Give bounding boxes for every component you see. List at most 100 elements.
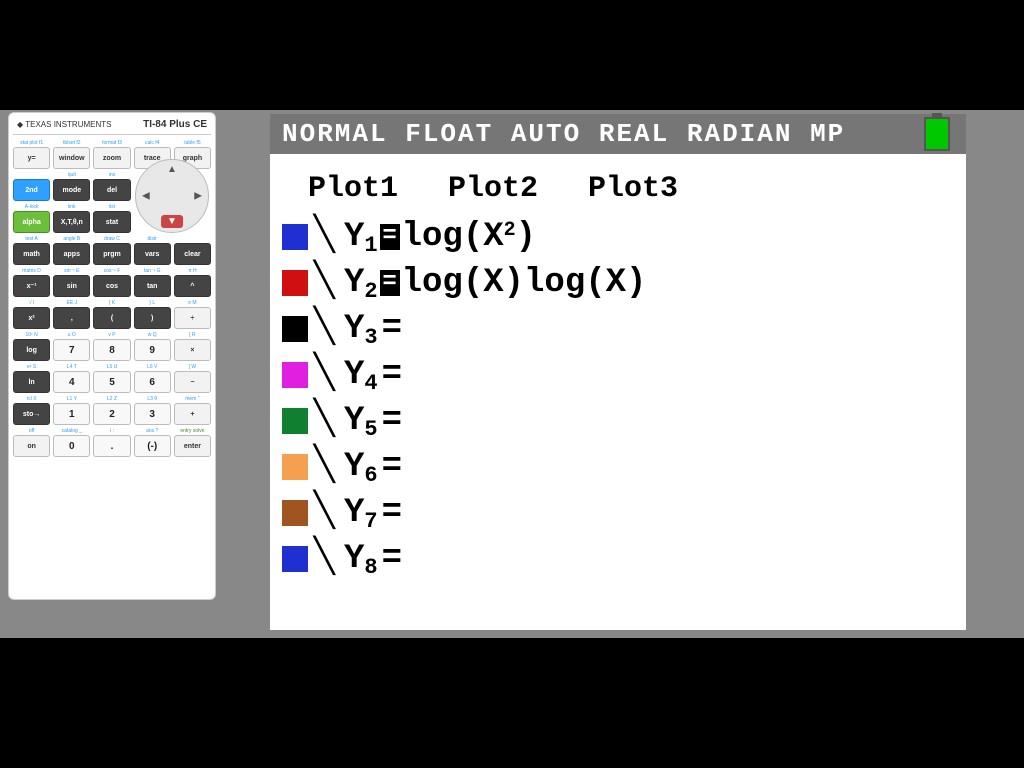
button-row-8: ln 4 5 6 − — [13, 371, 211, 393]
stat-button[interactable]: stat — [93, 211, 130, 233]
equals-icon[interactable]: = — [382, 356, 402, 394]
prgm-button[interactable]: prgm — [93, 243, 130, 265]
sec-label: catalog _ — [62, 428, 82, 434]
six-button[interactable]: 6 — [134, 371, 171, 393]
line-color-icon[interactable] — [282, 224, 308, 250]
del-button[interactable]: del — [93, 179, 130, 201]
arrow-left-button[interactable]: ◀ — [142, 191, 150, 202]
equals-icon[interactable]: = — [382, 402, 402, 440]
eight-button[interactable]: 8 — [93, 339, 130, 361]
cos-button[interactable]: cos — [93, 275, 130, 297]
equals-icon[interactable]: = — [382, 540, 402, 578]
equals-highlighted-icon[interactable]: = — [380, 270, 400, 296]
status-text: NORMAL FLOAT AUTO REAL RADIAN MP — [282, 119, 845, 149]
sec-label: ans ? — [146, 428, 158, 434]
sec-row-1: stat plot f1 tblset f2 format f3 calc f4… — [13, 139, 211, 147]
function-row-y4[interactable]: ╲Y4= — [282, 352, 966, 398]
plot2-tab[interactable]: Plot2 — [448, 172, 538, 206]
apps-button[interactable]: apps — [53, 243, 90, 265]
minus-button[interactable]: − — [174, 371, 211, 393]
enter-button[interactable]: enter — [174, 435, 211, 457]
on-button[interactable]: on — [13, 435, 50, 457]
sec-label: u O — [68, 332, 76, 338]
function-row-y7[interactable]: ╲Y7= — [282, 490, 966, 536]
two-button[interactable]: 2 — [93, 403, 130, 425]
x-squared-button[interactable]: x² — [13, 307, 50, 329]
line-color-icon[interactable] — [282, 408, 308, 434]
comma-button[interactable]: , — [53, 307, 90, 329]
window-button[interactable]: window — [53, 147, 90, 169]
line-style-icon[interactable]: ╲ — [314, 362, 344, 388]
zero-button[interactable]: 0 — [53, 435, 90, 457]
function-row-y8[interactable]: ╲Y8= — [282, 536, 966, 582]
divide-button[interactable]: ÷ — [174, 307, 211, 329]
sto-button[interactable]: sto→ — [13, 403, 50, 425]
status-bar: NORMAL FLOAT AUTO REAL RADIAN MP — [270, 114, 966, 154]
ln-button[interactable]: ln — [13, 371, 50, 393]
equals-icon[interactable]: = — [382, 310, 402, 348]
function-row-y3[interactable]: ╲Y3= — [282, 306, 966, 352]
line-style-icon[interactable]: ╲ — [314, 500, 344, 526]
equals-highlighted-icon[interactable]: = — [380, 224, 400, 250]
line-style-icon[interactable]: ╲ — [314, 454, 344, 480]
multiply-button[interactable]: × — [174, 339, 211, 361]
zoom-button[interactable]: zoom — [93, 147, 130, 169]
close-paren-button[interactable]: ) — [134, 307, 171, 329]
alpha-button[interactable]: alpha — [13, 211, 50, 233]
arrow-right-button[interactable]: ▶ — [194, 191, 202, 202]
decimal-button[interactable]: . — [93, 435, 130, 457]
sin-button[interactable]: sin — [53, 275, 90, 297]
vars-button[interactable]: vars — [134, 243, 171, 265]
function-row-y5[interactable]: ╲Y5= — [282, 398, 966, 444]
nine-button[interactable]: 9 — [134, 339, 171, 361]
sec-label: ] W — [189, 364, 197, 370]
line-color-icon[interactable] — [282, 362, 308, 388]
sec-label: cos⁻¹ F — [104, 268, 121, 274]
sec-label: rcl X — [27, 396, 37, 402]
power-button[interactable]: ^ — [174, 275, 211, 297]
sec-label: format f3 — [102, 140, 122, 146]
line-color-icon[interactable] — [282, 316, 308, 342]
function-row-y2[interactable]: ╲Y2=log(X)log(X) — [282, 260, 966, 306]
y-equals-button[interactable]: y= — [13, 147, 50, 169]
arrow-up-button[interactable]: ▲ — [167, 164, 177, 175]
second-button[interactable]: 2nd — [13, 179, 50, 201]
five-button[interactable]: 5 — [93, 371, 130, 393]
equals-icon[interactable]: = — [382, 448, 402, 486]
line-color-icon[interactable] — [282, 546, 308, 572]
line-color-icon[interactable] — [282, 500, 308, 526]
line-color-icon[interactable] — [282, 270, 308, 296]
clear-button[interactable]: clear — [174, 243, 211, 265]
line-style-icon[interactable]: ╲ — [314, 224, 344, 250]
plot1-tab[interactable]: Plot1 — [308, 172, 398, 206]
function-label: Y8 — [344, 540, 378, 578]
sec-label: L5 U — [107, 364, 118, 370]
reciprocal-button[interactable]: x⁻¹ — [13, 275, 50, 297]
function-expression[interactable]: log(X2) — [402, 218, 536, 256]
equals-icon[interactable]: = — [382, 494, 402, 532]
line-style-icon[interactable]: ╲ — [314, 546, 344, 572]
one-button[interactable]: 1 — [53, 403, 90, 425]
brand-logo: ◆ TEXAS INSTRUMENTS — [17, 120, 111, 129]
log-button[interactable]: log — [13, 339, 50, 361]
tan-button[interactable]: tan — [134, 275, 171, 297]
mode-button[interactable]: mode — [53, 179, 90, 201]
function-expression[interactable]: log(X)log(X) — [402, 264, 647, 302]
sec-label: quit — [68, 172, 76, 178]
line-color-icon[interactable] — [282, 454, 308, 480]
seven-button[interactable]: 7 — [53, 339, 90, 361]
plus-button[interactable]: + — [174, 403, 211, 425]
plot3-tab[interactable]: Plot3 — [588, 172, 678, 206]
function-row-y1[interactable]: ╲Y1=log(X2) — [282, 214, 966, 260]
line-style-icon[interactable]: ╲ — [314, 316, 344, 342]
open-paren-button[interactable]: ( — [93, 307, 130, 329]
math-button[interactable]: math — [13, 243, 50, 265]
line-style-icon[interactable]: ╲ — [314, 408, 344, 434]
sec-label: { K — [109, 300, 115, 306]
xtthetan-button[interactable]: X,T,θ,n — [53, 211, 90, 233]
function-row-y6[interactable]: ╲Y6= — [282, 444, 966, 490]
three-button[interactable]: 3 — [134, 403, 171, 425]
line-style-icon[interactable]: ╲ — [314, 270, 344, 296]
four-button[interactable]: 4 — [53, 371, 90, 393]
negate-button[interactable]: (-) — [134, 435, 171, 457]
